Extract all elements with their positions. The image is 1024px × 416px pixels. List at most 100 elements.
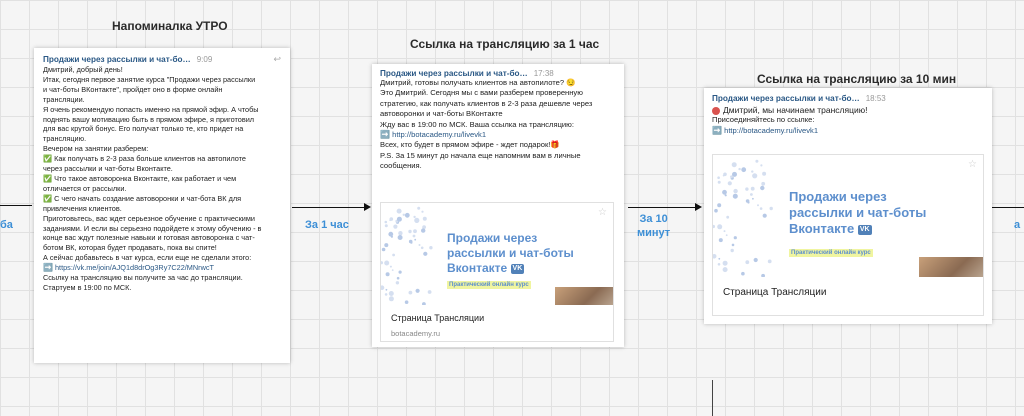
decorative-dot [384,224,388,228]
message-line: P.S. За 15 минут до начала еще напомним … [380,150,581,160]
message-header: Продажи через рассылки и чат-бо… 9:09 ↩ [43,54,281,65]
connector-line-2 [628,207,698,208]
preview-title-line3: Вконтакте VK [447,261,574,276]
decorative-dot [404,300,409,304]
decorative-dot [385,244,388,247]
sender-name[interactable]: Продажи через рассылки и чат-бо… [712,94,860,103]
decorative-dot [381,261,383,265]
decorative-dot [392,253,395,257]
decorative-dot [713,254,717,259]
message-link[interactable]: http://botacademy.ru/livevk1 [392,130,486,139]
decorative-dot [759,207,763,210]
decorative-dot [421,210,424,213]
column-title-morning: Напоминалка УТРО [112,19,228,33]
decorative-dot [738,167,741,171]
greeting-line: Дмитрий, мы начинаем трансляцию! [712,105,984,115]
message-line: для вас крутой бонус. Его получат только… [43,124,244,134]
connector-arrow-2 [695,203,702,211]
decorative-dot [396,216,402,222]
message-line: Итак, сегодня первое занятие курса "Прод… [43,74,256,84]
message-line: Дмитрий, готовы получать клиентов на авт… [380,78,576,87]
connector-label-10min: За 10 минут [637,212,670,240]
vk-icon: VK [857,224,872,235]
decorative-dot [731,162,737,168]
message-line: Вечером на занятии разберем: [43,144,149,154]
link-preview-card[interactable]: Продажи через рассылки и чат-боты Вконта… [380,202,614,342]
preview-title-line3-text: Вконтакте [789,221,855,236]
message-line: трансляцию. [43,134,87,144]
message-line: трансляции. [43,94,85,104]
decorative-dot [422,225,426,229]
connector-arrow-1 [364,203,371,211]
preview-title-line2: рассылки и чат-боты [447,246,574,260]
preview-title-line3: Вконтакте VK [789,221,926,237]
decorative-dot [769,206,773,211]
decorative-dot [718,204,720,207]
decorative-dot [722,189,727,195]
message-card-10min[interactable]: Продажи через рассылки и чат-бо… 18:53 Д… [704,88,992,324]
decorative-dot [762,171,767,176]
message-link[interactable]: https://vk.me/join/AJQ1d8drOg3Ry7C22/MNr… [55,263,214,272]
message-line: через рассылки и чат-боты Вконтакте. [43,164,173,174]
decorative-dot [421,228,426,233]
preview-title-line1: Продажи через [447,231,538,245]
decorative-dot [397,235,403,240]
star-icon[interactable]: ☆ [598,207,607,218]
message-body: Дмитрий, готовы получать клиентов на авт… [380,78,616,172]
decorative-dot [722,260,728,266]
decorative-dot [730,248,734,253]
message-link[interactable]: http://botacademy.ru/livevk1 [724,126,818,135]
sender-name[interactable]: Продажи через рассылки и чат-бо… [380,69,528,78]
decorative-dot [415,288,420,293]
message-line: Жду вас в 19:00 по МСК. Ваша ссылка на т… [380,119,574,129]
decorative-dot [755,159,759,163]
preview-title: Продажи через рассылки и чат-боты Вконта… [789,189,926,237]
link-preview-card[interactable]: Продажи через рассылки и чат-боты Вконта… [712,154,984,316]
decorative-dot [391,269,394,271]
decorative-dot [741,167,747,173]
decorative-dot [757,204,759,207]
decorative-dot [732,171,737,177]
speaker-photo [555,287,613,305]
sender-name[interactable]: Продажи через рассылки и чат-бо… [43,55,191,64]
message-line: А сейчас добавьтесь в чат курса, если ещ… [43,253,252,263]
message-time: 9:09 [196,55,213,64]
decorative-dot [718,257,721,260]
message-line: Дмитрий, добрый день! [43,65,123,74]
connector-label-1hour: За 1 час [305,219,349,231]
star-icon[interactable]: ☆ [968,159,977,170]
message-line: ботом ВК, которая будет продавать, пока … [43,243,217,253]
message-line: поднять вашу мотивацию быть в прямом эфи… [43,114,255,124]
message-line: Ссылку на трансляцию вы получите за час … [43,273,243,283]
decorative-dot [713,224,715,229]
decorative-dot [398,270,402,274]
decorative-dot [745,187,749,191]
decorative-dot [402,213,405,216]
speaker-photo [919,257,983,277]
preview-domain: botacademy.ru [391,329,441,338]
decorative-dot [747,201,750,204]
decorative-dot [381,247,386,252]
preview-caption: Страница Трансляции [391,313,485,323]
message-card-1hour[interactable]: Продажи через рассылки и чат-бо… 17:38 Д… [372,64,624,347]
decorative-dot [752,197,754,200]
message-line: заданиями. И если вы серьезно подойдете … [43,223,262,233]
vk-icon: VK [510,263,525,274]
decorative-dot [408,290,413,295]
preview-title-line3-text: Вконтакте [447,261,508,275]
message-body: Дмитрий, добрый день! Итак, сегодня перво… [43,65,281,293]
decorative-dot [396,208,402,214]
column-title-10min: Ссылка на трансляцию за 10 мин [757,72,957,86]
decorative-dot [741,271,745,276]
decorative-dot [760,185,765,191]
decorative-dot [745,260,750,265]
decorative-dot [731,243,735,247]
decorative-dot [385,272,390,277]
message-time: 17:38 [533,69,554,78]
decorative-dot [760,164,763,167]
message-card-morning[interactable]: Продажи через рассылки и чат-бо… 9:09 ↩ … [34,48,290,363]
message-line: ✅ Как получать в 2-3 раза больше клиенто… [43,154,246,164]
message-line: сообщения. [380,161,422,171]
reply-icon[interactable]: ↩ [273,54,281,65]
decorative-dot [750,186,755,191]
